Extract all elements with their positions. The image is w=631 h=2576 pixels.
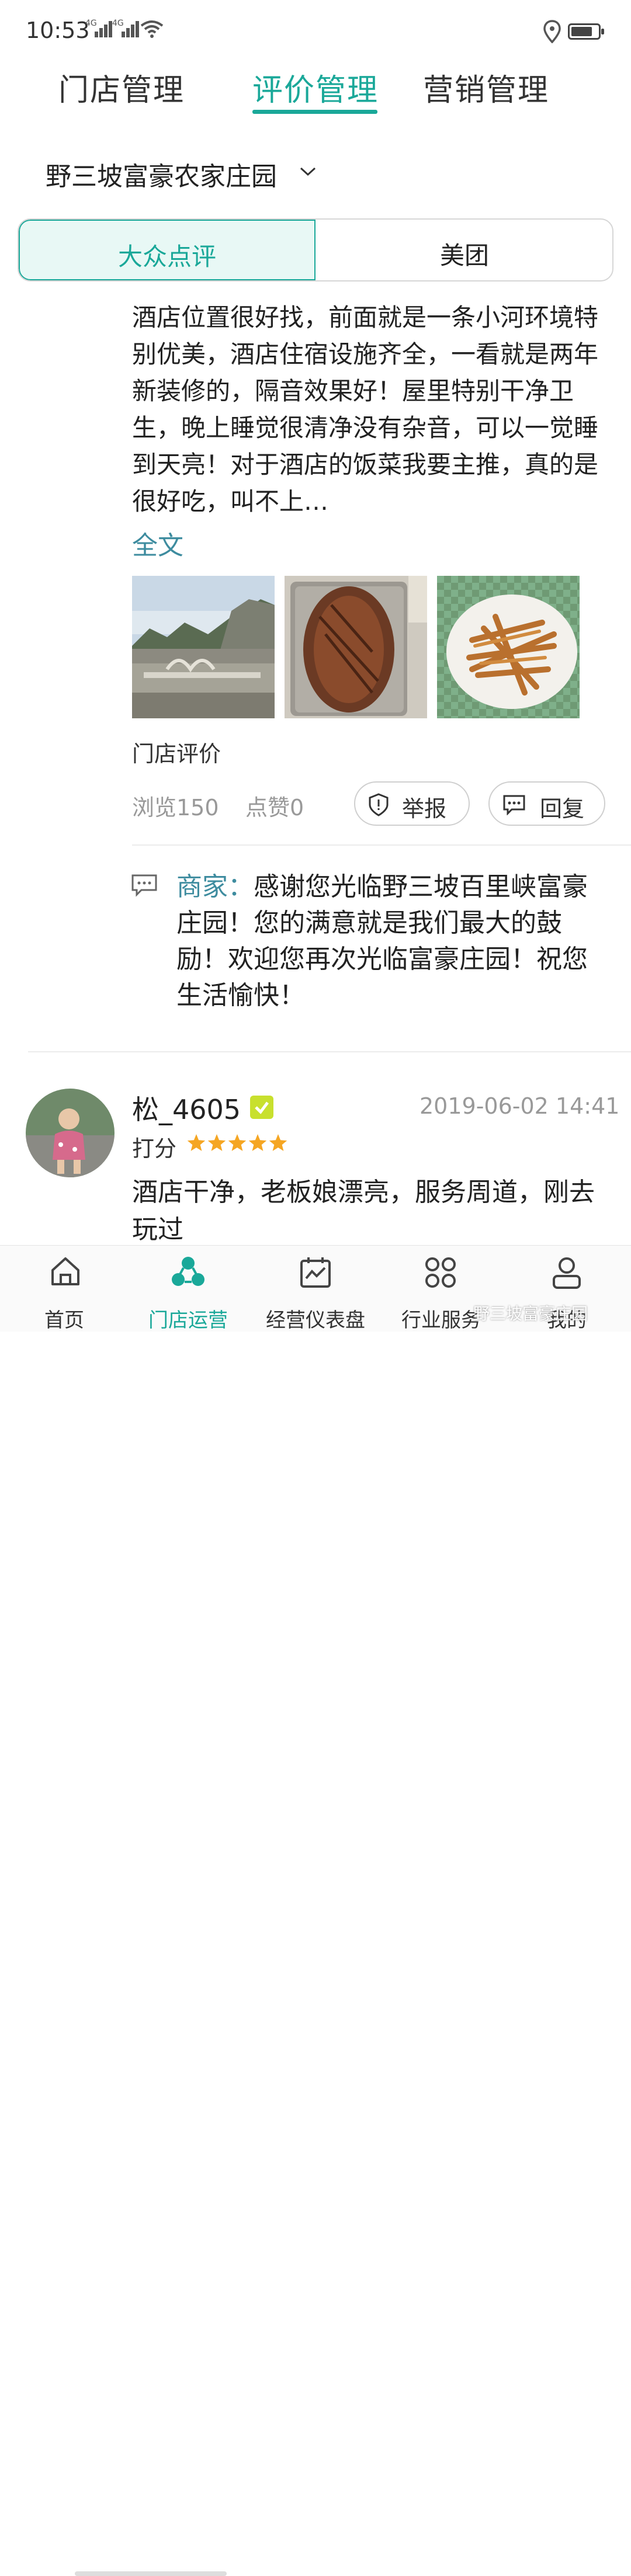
report-button[interactable]: 举报 <box>354 781 470 826</box>
merchant-reply-text: 商家：感谢您光临野三坡百里峡富豪庄园！您的满意就是我们最大的鼓励！欢迎您再次光临… <box>176 869 597 1014</box>
signal-strength-icon: 4G <box>112 18 139 41</box>
dashboard-icon <box>300 1257 331 1288</box>
review-text: 酒店位置很好找，前面就是一条小河环境特别优美，酒店住宿设施齐全，一看就是两年新装… <box>132 303 599 516</box>
verified-badge-icon <box>250 1096 273 1119</box>
watermark: 野三坡富豪庄园 <box>473 1304 588 1323</box>
reviewer-name[interactable]: 松_4605 <box>132 1089 241 1127</box>
reply-button[interactable]: 回复 <box>488 781 605 826</box>
store-ops-icon <box>172 1257 204 1286</box>
tab-store-management[interactable]: 门店管理 <box>58 65 185 109</box>
divider <box>132 844 631 846</box>
star-icon <box>207 1134 226 1151</box>
full-text-link[interactable]: 全文 <box>132 524 183 562</box>
review-date: 2019-06-02 14:41 <box>419 1093 620 1119</box>
review-text: 酒店干净，老板娘漂亮，服务周道，刚去玩过 <box>132 1177 595 1244</box>
store-selector[interactable]: 野三坡富豪农家庄园 <box>46 155 277 193</box>
home-indicator <box>75 2571 227 2576</box>
industry-service-icon <box>425 1257 456 1288</box>
review-photo[interactable] <box>132 576 275 718</box>
status-bar: 10:53 4G 4G <box>0 0 631 64</box>
avatar[interactable] <box>26 1089 115 1177</box>
battery-level-fill <box>571 27 592 36</box>
nav-home[interactable]: 首页 <box>18 1246 111 1332</box>
report-label: 举报 <box>402 796 447 822</box>
location-icon <box>543 20 561 43</box>
like-count: 点赞0 <box>245 795 304 821</box>
tab-dianping-label: 大众点评 <box>117 242 216 271</box>
comment-icon <box>503 795 525 815</box>
view-count: 浏览150 <box>132 795 219 821</box>
tab-dianping[interactable]: 大众点评 <box>19 220 316 280</box>
status-time: 10:53 <box>26 18 90 43</box>
network-type-label: 4G <box>85 19 97 28</box>
fried-small-fish-photo <box>437 576 580 718</box>
star-rating <box>187 1134 287 1151</box>
tab-meituan[interactable]: 美团 <box>316 220 612 280</box>
star-icon <box>269 1134 287 1151</box>
review-photo[interactable] <box>285 576 427 718</box>
network-type-label: 4G <box>112 19 124 28</box>
star-icon <box>248 1134 267 1151</box>
battery-icon <box>568 23 604 40</box>
shield-alert-icon <box>369 793 389 816</box>
active-tab-indicator <box>252 110 377 114</box>
nav-store-ops-label: 门店运营 <box>148 1309 228 1332</box>
landscape-bridge-photo <box>132 576 275 718</box>
grilled-fish-photo <box>285 576 427 718</box>
nav-store-ops[interactable]: 门店运营 <box>136 1246 241 1332</box>
signal-strength-icon: 4G <box>85 18 112 41</box>
nav-dashboard-label: 经营仪表盘 <box>266 1309 365 1332</box>
nav-home-label: 首页 <box>44 1309 84 1332</box>
tab-review-management[interactable]: 评价管理 <box>252 65 379 109</box>
star-icon <box>187 1134 206 1151</box>
divider <box>28 1051 631 1052</box>
merchant-reply-icon <box>131 874 157 897</box>
star-icon <box>228 1134 247 1151</box>
score-label: 打分 <box>132 1136 177 1162</box>
wifi-icon <box>140 20 164 38</box>
platform-switcher: 大众点评 美团 <box>18 218 613 281</box>
store-review-label: 门店评价 <box>132 741 221 767</box>
merchant-reply-author: 商家： <box>176 872 254 902</box>
profile-icon <box>553 1257 581 1289</box>
review-photo[interactable] <box>437 576 580 718</box>
tab-marketing-management[interactable]: 营销管理 <box>423 65 549 109</box>
chevron-down-icon[interactable] <box>299 166 317 178</box>
nav-dashboard[interactable]: 经营仪表盘 <box>257 1246 374 1332</box>
tab-meituan-label: 美团 <box>439 241 489 270</box>
user-avatar-photo <box>26 1089 115 1177</box>
reply-label: 回复 <box>540 796 585 822</box>
home-icon <box>51 1257 79 1285</box>
